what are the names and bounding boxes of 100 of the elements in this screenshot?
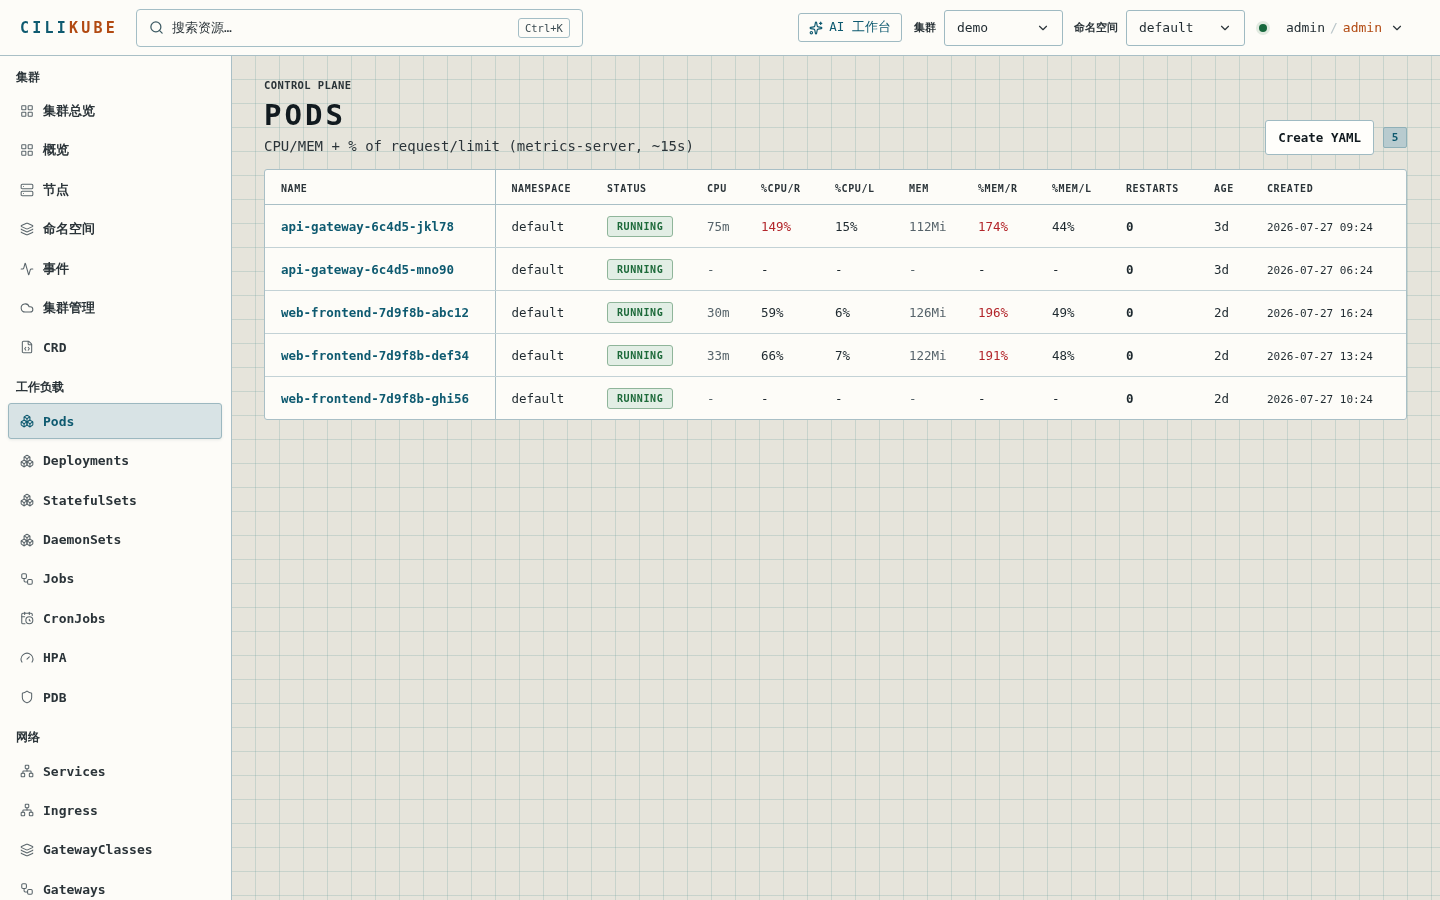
age-text: 3d xyxy=(1214,219,1230,234)
nav-item[interactable]: CRD xyxy=(8,329,222,366)
nav-item[interactable]: 概览 xyxy=(8,132,222,169)
percent-value: - xyxy=(761,391,769,407)
nav-item[interactable]: Pods xyxy=(8,403,222,440)
search-field[interactable]: 搜索资源… Ctrl+K xyxy=(135,8,583,47)
boxes-icon xyxy=(20,453,34,468)
column-header: AGE xyxy=(1214,183,1234,195)
created-time: 2026-07-27 16:24 xyxy=(1267,307,1373,320)
restart-count: 0 xyxy=(1126,219,1134,234)
column-header: STATUS xyxy=(607,183,647,195)
created-time: 2026-07-27 10:24 xyxy=(1267,393,1373,407)
nav-item[interactable]: CronJobs xyxy=(8,600,222,637)
percent-value: 66% xyxy=(761,348,784,363)
user-menu-button[interactable]: admin / admin xyxy=(1285,20,1404,35)
column-header: NAMESPACE xyxy=(511,183,572,195)
status-badge: RUNNING xyxy=(607,344,674,366)
pod-name-link[interactable]: api-gateway-6c4d5-jkl78 xyxy=(281,219,455,234)
cpu-value: 30m xyxy=(707,305,730,320)
created-time: 2026-07-27 09:24 xyxy=(1267,221,1373,234)
nav-item[interactable]: 节点 xyxy=(8,171,222,208)
nav-item[interactable]: 命名空间 xyxy=(8,211,222,248)
nav-item[interactable]: 集群管理 xyxy=(8,289,222,326)
nav-item[interactable]: Gateways xyxy=(8,871,222,900)
memory-value: 126Mi xyxy=(909,305,947,320)
boxes-icon xyxy=(20,493,34,508)
grid-icon xyxy=(20,143,34,158)
column-header: MEM xyxy=(909,183,929,195)
memory-value: 112Mi xyxy=(909,219,947,234)
nav-item[interactable]: StatefulSets xyxy=(8,482,222,519)
code-file-icon xyxy=(20,340,34,355)
status-badge: RUNNING xyxy=(607,258,674,280)
namespace-select[interactable]: default xyxy=(1125,9,1245,46)
cpu-value: 33m xyxy=(707,348,730,363)
status-badge: RUNNING xyxy=(607,387,674,409)
search-icon xyxy=(148,20,164,35)
section-title: 集群 xyxy=(15,70,40,84)
column-header: %MEM/L xyxy=(1052,183,1092,195)
namespace-text: default xyxy=(511,391,565,407)
nav-item[interactable]: Deployments xyxy=(8,442,222,479)
percent-value: 174% xyxy=(978,219,1009,234)
percent-value: 7% xyxy=(835,348,851,363)
percent-value: - xyxy=(835,391,843,407)
percent-value: 6% xyxy=(835,305,851,320)
pod-name-link[interactable]: web-frontend-7d9f8b-def34 xyxy=(281,348,470,363)
column-header: NAME xyxy=(281,183,308,195)
percent-value: 191% xyxy=(978,348,1009,363)
restart-count: 0 xyxy=(1126,262,1134,277)
memory-value: 122Mi xyxy=(909,348,947,363)
calendar-clock-icon xyxy=(20,611,34,626)
pod-name-link[interactable]: api-gateway-6c4d5-mno90 xyxy=(281,262,455,277)
memory-value: - xyxy=(909,391,917,407)
search-input[interactable]: 搜索资源… xyxy=(171,20,510,35)
nav-item[interactable]: HPA xyxy=(8,639,222,676)
nav-item[interactable]: 集群总览 xyxy=(8,93,222,129)
nav-item[interactable]: DaemonSets xyxy=(8,521,222,558)
nav-item[interactable]: Ingress xyxy=(8,792,222,829)
logo-text: CILI KUBE xyxy=(20,18,118,37)
nav-item[interactable]: 事件 xyxy=(8,250,222,287)
status-badge: RUNNING xyxy=(607,215,674,237)
network-icon xyxy=(20,764,34,779)
percent-value: - xyxy=(1052,391,1060,407)
ai-workbench-button[interactable]: AI 工作台 xyxy=(798,13,902,42)
workflow-icon xyxy=(20,882,34,897)
restart-count: 0 xyxy=(1126,348,1134,363)
nav-item[interactable]: Services xyxy=(8,753,222,790)
percent-value: 196% xyxy=(978,305,1009,320)
pod-name-link[interactable]: web-frontend-7d9f8b-ghi56 xyxy=(281,391,470,407)
percent-value: - xyxy=(761,262,769,277)
cpu-value: - xyxy=(707,262,715,277)
nav-item[interactable]: PDB xyxy=(8,679,222,716)
nav-item[interactable]: Jobs xyxy=(8,560,222,597)
created-time: 2026-07-27 13:24 xyxy=(1267,350,1373,363)
namespace-label: 命名空间 xyxy=(1073,20,1118,35)
column-header: CREATED xyxy=(1267,183,1314,195)
workflow-icon xyxy=(20,571,34,586)
percent-value: - xyxy=(978,262,986,277)
shield-icon xyxy=(20,690,34,705)
section-title: 网络 xyxy=(15,730,40,745)
memory-value: - xyxy=(909,262,917,277)
nav-item[interactable]: GatewayClasses xyxy=(8,831,222,868)
percent-value: 44% xyxy=(1052,219,1075,234)
status-badge: RUNNING xyxy=(607,301,674,323)
namespace-text: default xyxy=(511,348,565,363)
section-title: 工作负载 xyxy=(15,380,64,395)
namespace-text: default xyxy=(511,305,565,320)
sparkles-icon xyxy=(809,20,824,35)
layers-icon xyxy=(20,222,34,237)
cluster-select[interactable]: demo xyxy=(943,9,1063,46)
pod-name-link[interactable]: web-frontend-7d9f8b-abc12 xyxy=(281,305,470,320)
age-text: 3d xyxy=(1214,262,1230,277)
namespace-text: default xyxy=(511,219,565,234)
column-header: CPU xyxy=(707,183,727,195)
percent-value: 149% xyxy=(761,219,792,234)
layers-icon xyxy=(20,842,34,857)
percent-value: 49% xyxy=(1052,305,1075,320)
pulse-icon xyxy=(20,261,34,276)
create-yaml-button[interactable]: Create YAML xyxy=(1265,120,1374,155)
eyebrow-text: CONTROL PLANE xyxy=(264,78,352,92)
percent-value: - xyxy=(978,391,986,407)
